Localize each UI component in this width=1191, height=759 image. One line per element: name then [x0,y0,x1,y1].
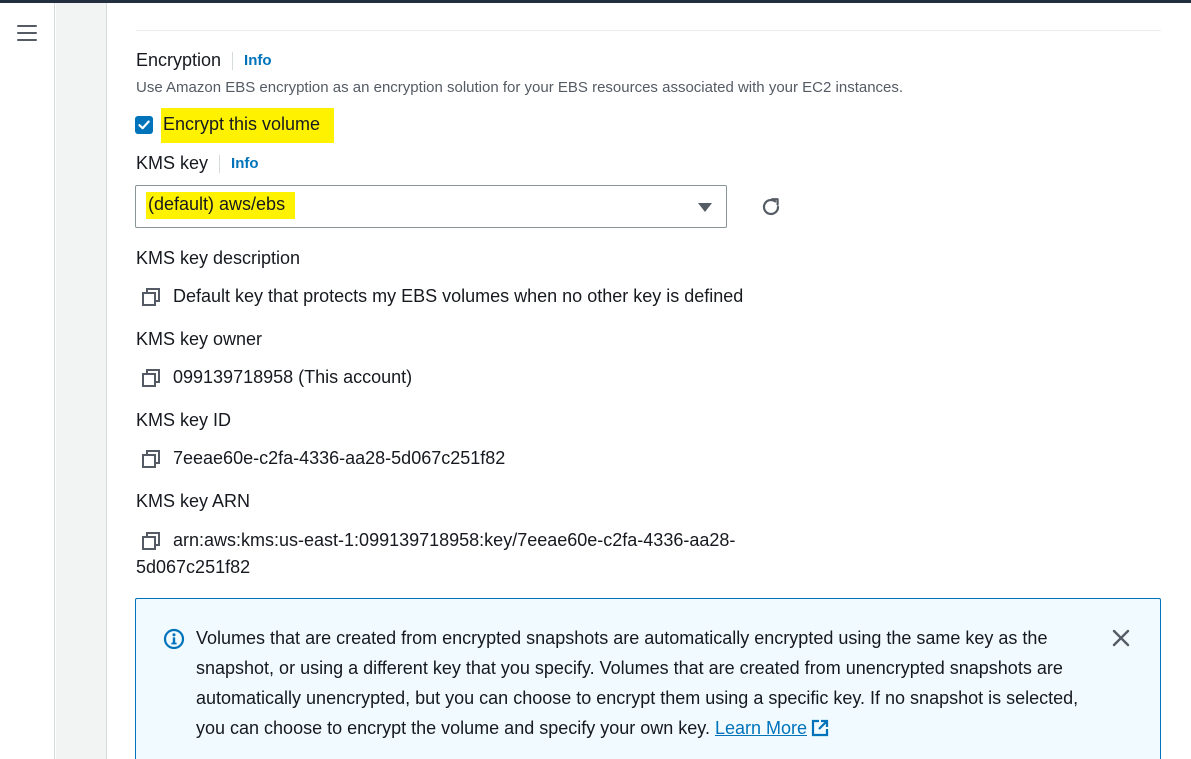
copy-icon[interactable] [141,531,161,551]
side-navigation-rail [0,3,55,759]
kms-key-description-label: KMS key description [136,248,301,268]
kms-key-arn-value-line1: arn:aws:kms:us-east-1:099139718958:key/7… [173,530,736,550]
info-separator [219,154,221,173]
kms-key-description-row: Default key that protects my EBS volumes… [141,286,743,310]
kms-key-arn-label: KMS key ARN [136,491,251,511]
page-gutter [56,3,107,759]
encrypt-volume-checkbox-row[interactable]: Encrypt this volume [135,107,335,143]
encryption-info-alert: Volumes that are created from encrypted … [135,598,1161,759]
encrypt-volume-checkbox[interactable] [135,115,153,134]
encrypt-volume-label[interactable]: Encrypt this volume [161,108,335,143]
kms-key-owner-label: KMS key owner [136,329,263,349]
refresh-kms-keys-button[interactable] [758,194,784,220]
kms-key-description-value: Default key that protects my EBS volumes… [173,286,744,306]
copy-icon[interactable] [141,368,161,388]
info-circle-icon [163,628,185,650]
hamburger-menu-icon[interactable] [17,25,37,41]
kms-key-id-value: 7eeae60e-c2fa-4336-aa28-5d067c251f82 [173,448,506,468]
kms-key-arn-row: arn:aws:kms:us-east-1:099139718958:key/7… [141,530,735,554]
encryption-panel: Encryption Info Use Amazon EBS encryptio… [108,3,1191,759]
encryption-label: Encryption [136,50,222,70]
kms-key-info-link[interactable]: Info [231,155,259,172]
kms-key-selected-value: (default) aws/ebs [146,192,296,219]
info-separator [232,51,234,70]
external-link-icon[interactable] [811,719,829,737]
alert-message: Volumes that are created from encrypted … [196,623,1096,743]
kms-key-arn-value-line2: 5d067c251f82 [136,557,251,577]
checkmark-icon [138,120,150,129]
kms-key-owner-value: 099139718958 (This account) [173,367,413,387]
kms-key-owner-row: 099139718958 (This account) [141,367,412,391]
alert-message-text: Volumes that are created from encrypted … [196,628,1079,738]
kms-key-header: KMS key Info [136,153,259,174]
caret-down-icon [698,203,712,212]
copy-icon[interactable] [141,449,161,469]
encryption-header: Encryption Info [136,50,272,71]
learn-more-link[interactable]: Learn More [715,718,807,738]
encryption-info-link[interactable]: Info [244,52,272,69]
kms-key-id-row: 7eeae60e-c2fa-4336-aa28-5d067c251f82 [141,448,505,472]
kms-key-id-label: KMS key ID [136,410,232,430]
close-icon[interactable] [1110,627,1132,649]
copy-icon[interactable] [141,287,161,307]
section-divider [136,30,1161,31]
kms-key-label: KMS key [136,153,209,173]
encryption-description: Use Amazon EBS encryption as an encrypti… [136,79,904,96]
kms-key-select[interactable]: (default) aws/ebs [135,185,727,228]
refresh-icon [762,198,780,216]
